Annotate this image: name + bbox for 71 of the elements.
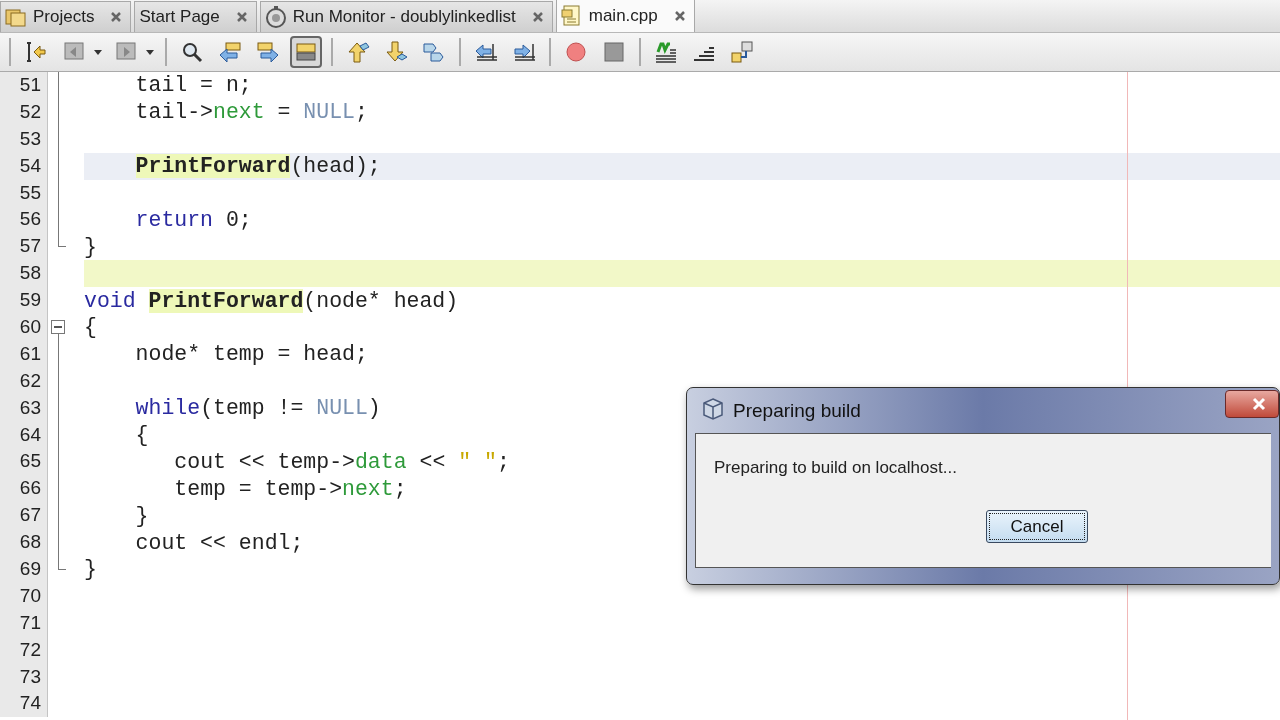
close-icon [1252,397,1266,411]
line-number: 72 [0,636,48,664]
line-number: 73 [0,663,48,691]
editor-tab[interactable]: Run Monitor - doublylinkedlist [259,1,553,32]
stop-icon [602,40,626,64]
close-icon [110,11,123,23]
line-number: 57 [0,233,48,261]
code-line: while(temp != NULL) [134,396,381,421]
source-icon [24,40,48,64]
code-line: temp = temp->next; [173,476,407,501]
folder-icon [5,7,27,27]
gauge-icon [264,6,287,28]
search-icon [180,40,204,64]
diagram-icon [730,40,754,64]
shapes-icon [422,40,446,64]
code-line: { [134,423,149,447]
file-icon [560,5,583,27]
code-line: node* temp = head; [134,342,368,367]
dialog-message: Preparing to build on localhost... [714,458,958,478]
editor-tab[interactable]: Start Page [134,1,257,32]
code-line: tail = n; [134,73,252,98]
cancel-button[interactable]: Cancel [986,510,1088,543]
line-number: 68 [0,529,48,557]
code-line: cout << endl; [134,530,304,555]
cube-icon [701,396,725,421]
editor-tab[interactable]: Projects [0,1,132,32]
line-number: 71 [0,609,48,637]
close-icon [673,10,686,22]
line-number: 74 [0,690,48,718]
line-number: 51 [0,72,48,99]
line-number: 55 [0,179,48,207]
line-number: 60 [0,314,48,341]
highlight-icon [294,40,318,64]
arrow-left-icon [218,40,242,64]
line-number: 56 [0,206,48,234]
line-number: 64 [0,421,48,449]
line-number: 59 [0,287,48,314]
close-icon [235,11,248,23]
line-number: 58 [0,260,48,288]
line-number: 63 [0,394,48,422]
line-number: 61 [0,340,48,368]
macro-icon [654,40,678,64]
close-icon [531,11,544,23]
code-line: tail->next = NULL; [134,100,368,125]
code-line: } [84,557,97,582]
line-number: 52 [0,98,48,126]
record-icon [564,40,588,64]
line-number: 70 [0,582,48,610]
arrow-right-icon [256,40,280,64]
arrow-down-icon [384,40,408,64]
line-number: 54 [0,152,48,180]
code-line: { [84,315,97,340]
caret-icon [94,49,102,55]
close-button[interactable] [1225,390,1279,418]
minus-icon [54,326,62,328]
line-number: 65 [0,448,48,476]
caret-icon [146,49,154,55]
editor-tab[interactable]: main.cpp [555,0,695,32]
code-line: cout << temp->data << " "; [173,449,510,474]
code-line: void PrintForward(node* head) [84,288,459,313]
dialog-title: Preparing build [733,399,861,422]
line-number: 66 [0,475,48,503]
code-line: } [84,234,97,259]
collapse-button[interactable] [51,320,65,334]
line-number: 62 [0,367,48,395]
arrow-up-icon [346,40,370,64]
code-line: } [134,503,149,528]
line-number: 69 [0,556,48,583]
line-number: 53 [0,125,48,153]
code-line: return 0; [134,207,252,232]
line-number: 67 [0,502,48,530]
